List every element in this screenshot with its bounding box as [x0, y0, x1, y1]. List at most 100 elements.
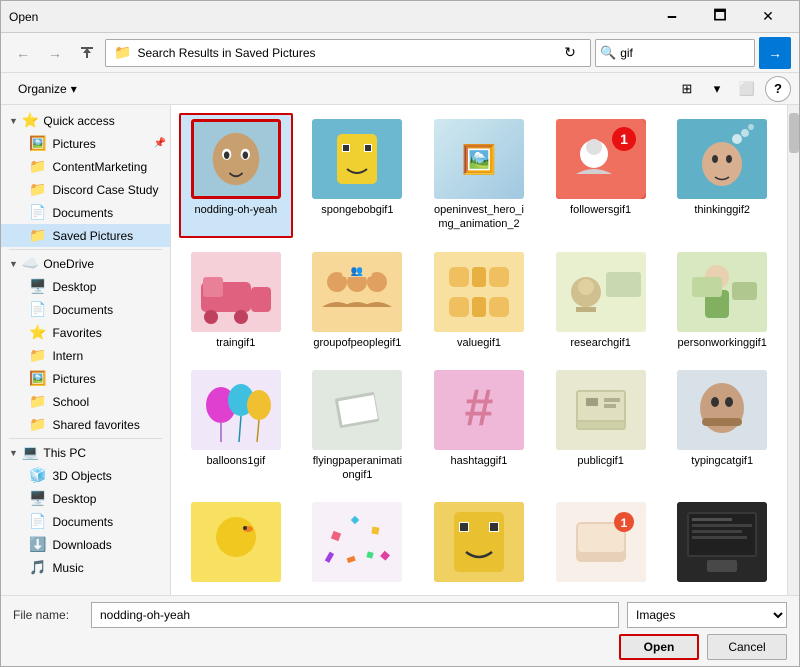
address-box[interactable]: 📁 Search Results in Saved Pictures ↻: [105, 39, 591, 67]
forward-button[interactable]: →: [41, 39, 69, 67]
file-item[interactable]: 🖼️openinvest_hero_img_animation_2: [422, 113, 536, 238]
sidebar-item-downloads-pc[interactable]: ⬇️ Downloads: [1, 533, 170, 556]
file-name: thinkinggif2: [694, 203, 750, 217]
search-input[interactable]: [620, 46, 775, 60]
main-content: ▼ ⭐ Quick access 🖼️ Pictures 📌 📁 Content…: [1, 105, 799, 595]
up-button[interactable]: [73, 39, 101, 67]
file-item[interactable]: researchgif1: [544, 246, 658, 356]
maximize-button[interactable]: 🗖: [697, 3, 743, 31]
school-od-icon: 📁: [29, 393, 46, 410]
sidebar-item-contentmarketing[interactable]: 📁 ContentMarketing: [1, 155, 170, 178]
filename-row: File name: Images: [13, 602, 787, 628]
right-scroll-thumb: [789, 113, 799, 153]
file-item[interactable]: [665, 496, 779, 592]
file-thumbnail: 👥: [312, 252, 402, 332]
file-item[interactable]: nodding-oh-yeah: [179, 113, 293, 238]
svg-text:1: 1: [620, 131, 628, 147]
sidebar-item-documents[interactable]: 📄 Documents: [1, 201, 170, 224]
file-item[interactable]: publicgif1: [544, 364, 658, 489]
open-button[interactable]: Open: [619, 634, 699, 660]
minimize-button[interactable]: 🗕: [649, 3, 695, 31]
filetype-select[interactable]: Images: [627, 602, 787, 628]
file-name: traingif1: [216, 336, 255, 350]
sidebar-item-shared-favorites-od[interactable]: 📁 Shared favorites: [1, 413, 170, 436]
sidebar-item-3d-objects[interactable]: 🧊 3D Objects: [1, 464, 170, 487]
file-item[interactable]: 👥 groupofpeoplegif1: [301, 246, 415, 356]
file-thumbnail: [312, 502, 402, 582]
pictures-od-icon: 🖼️: [29, 370, 46, 387]
file-item[interactable]: [179, 496, 293, 592]
file-item[interactable]: [301, 496, 415, 592]
file-grid-container[interactable]: nodding-oh-yeah spongebobgif1🖼️openinves…: [171, 105, 787, 595]
file-item[interactable]: 1 followersgif1: [544, 113, 658, 238]
file-name: valuegif1: [457, 336, 501, 350]
file-thumbnail: [677, 370, 767, 450]
downloads-pc-icon: ⬇️: [29, 536, 46, 553]
view-grid-button[interactable]: ⊞: [673, 76, 701, 102]
titlebar: Open 🗕 🗖 ✕: [1, 1, 799, 33]
sidebar-item-intern-od[interactable]: 📁 Intern: [1, 344, 170, 367]
svg-text:👥: 👥: [351, 266, 363, 277]
file-item[interactable]: [422, 496, 536, 592]
search-go-button[interactable]: →: [759, 37, 791, 69]
sidebar-item-pictures-od[interactable]: 🖼️ Pictures: [1, 367, 170, 390]
view-preview-button[interactable]: ⬜: [733, 76, 761, 102]
sidebar-item-documents-pc[interactable]: 📄 Documents: [1, 510, 170, 533]
close-button[interactable]: ✕: [745, 3, 791, 31]
onedrive-label: OneDrive: [43, 257, 94, 271]
back-button[interactable]: ←: [9, 39, 37, 67]
file-item[interactable]: personworkinggif1: [665, 246, 779, 356]
quick-access-header[interactable]: ▼ ⭐ Quick access: [1, 109, 170, 132]
sidebar-item-discord-case-study[interactable]: 📁 Discord Case Study: [1, 178, 170, 201]
file-thumbnail: [312, 119, 402, 199]
folder-icon: 📁: [114, 44, 131, 61]
sidebar-item-documents-od[interactable]: 📄 Documents: [1, 298, 170, 321]
address-text: Search Results in Saved Pictures: [137, 46, 558, 60]
sidebar-item-saved-pictures[interactable]: 📁 Saved Pictures: [1, 224, 170, 247]
saved-pictures-icon: 📁: [29, 227, 46, 244]
file-name: flyingpaperanimationgif1: [312, 454, 402, 483]
pin-icon: 📌: [154, 138, 166, 149]
refresh-button[interactable]: ↻: [558, 41, 582, 65]
cancel-button[interactable]: Cancel: [707, 634, 787, 660]
quick-access-section: ▼ ⭐ Quick access 🖼️ Pictures 📌 📁 Content…: [1, 109, 170, 247]
help-button[interactable]: ?: [765, 76, 791, 102]
file-item[interactable]: thinkinggif2: [665, 113, 779, 238]
file-item[interactable]: traingif1: [179, 246, 293, 356]
file-name: groupofpeoplegif1: [313, 336, 401, 350]
sidebar-item-desktop-od[interactable]: 🖥️ Desktop: [1, 275, 170, 298]
file-item[interactable]: 1: [544, 496, 658, 592]
file-name: researchgif1: [570, 336, 631, 350]
documents-pc-icon: 📄: [29, 513, 46, 530]
file-item[interactable]: spongebobgif1: [301, 113, 415, 238]
file-thumbnail: [677, 119, 767, 199]
search-go-icon: →: [768, 45, 782, 61]
thispc-header[interactable]: ▼ 💻 This PC: [1, 441, 170, 464]
filename-label: File name:: [13, 608, 83, 622]
thispc-label: This PC: [43, 446, 86, 460]
quick-access-chevron-icon: ▼: [9, 116, 18, 126]
onedrive-section: ▼ ☁️ OneDrive 🖥️ Desktop 📄 Documents ⭐ F…: [1, 252, 170, 436]
preview-icon: ⬜: [739, 81, 755, 97]
onedrive-header[interactable]: ▼ ☁️ OneDrive: [1, 252, 170, 275]
quick-access-label: Quick access: [43, 114, 114, 128]
file-item[interactable]: balloons1gif: [179, 364, 293, 489]
view-dropdown-button[interactable]: ▾: [703, 76, 731, 102]
sidebar-item-school-od[interactable]: 📁 School: [1, 390, 170, 413]
right-scrollbar[interactable]: [787, 105, 799, 595]
sidebar-item-pictures[interactable]: 🖼️ Pictures 📌: [1, 132, 170, 155]
sidebar-item-desktop-pc[interactable]: 🖥️ Desktop: [1, 487, 170, 510]
file-item[interactable]: # hashtaggif1: [422, 364, 536, 489]
organize-button[interactable]: Organize ▾: [9, 78, 86, 100]
file-item[interactable]: valuegif1: [422, 246, 536, 356]
file-thumbnail: [434, 502, 524, 582]
up-icon: [80, 46, 94, 60]
file-item[interactable]: flyingpaperanimationgif1: [301, 364, 415, 489]
discord-icon: 📁: [29, 181, 46, 198]
filename-input[interactable]: [91, 602, 619, 628]
file-item[interactable]: typingcatgif1: [665, 364, 779, 489]
sidebar-item-favorites-od[interactable]: ⭐ Favorites: [1, 321, 170, 344]
documents-icon: 📄: [29, 204, 46, 221]
sidebar-item-music-pc[interactable]: 🎵 Music: [1, 556, 170, 579]
sidebar-divider-1: [9, 249, 162, 250]
